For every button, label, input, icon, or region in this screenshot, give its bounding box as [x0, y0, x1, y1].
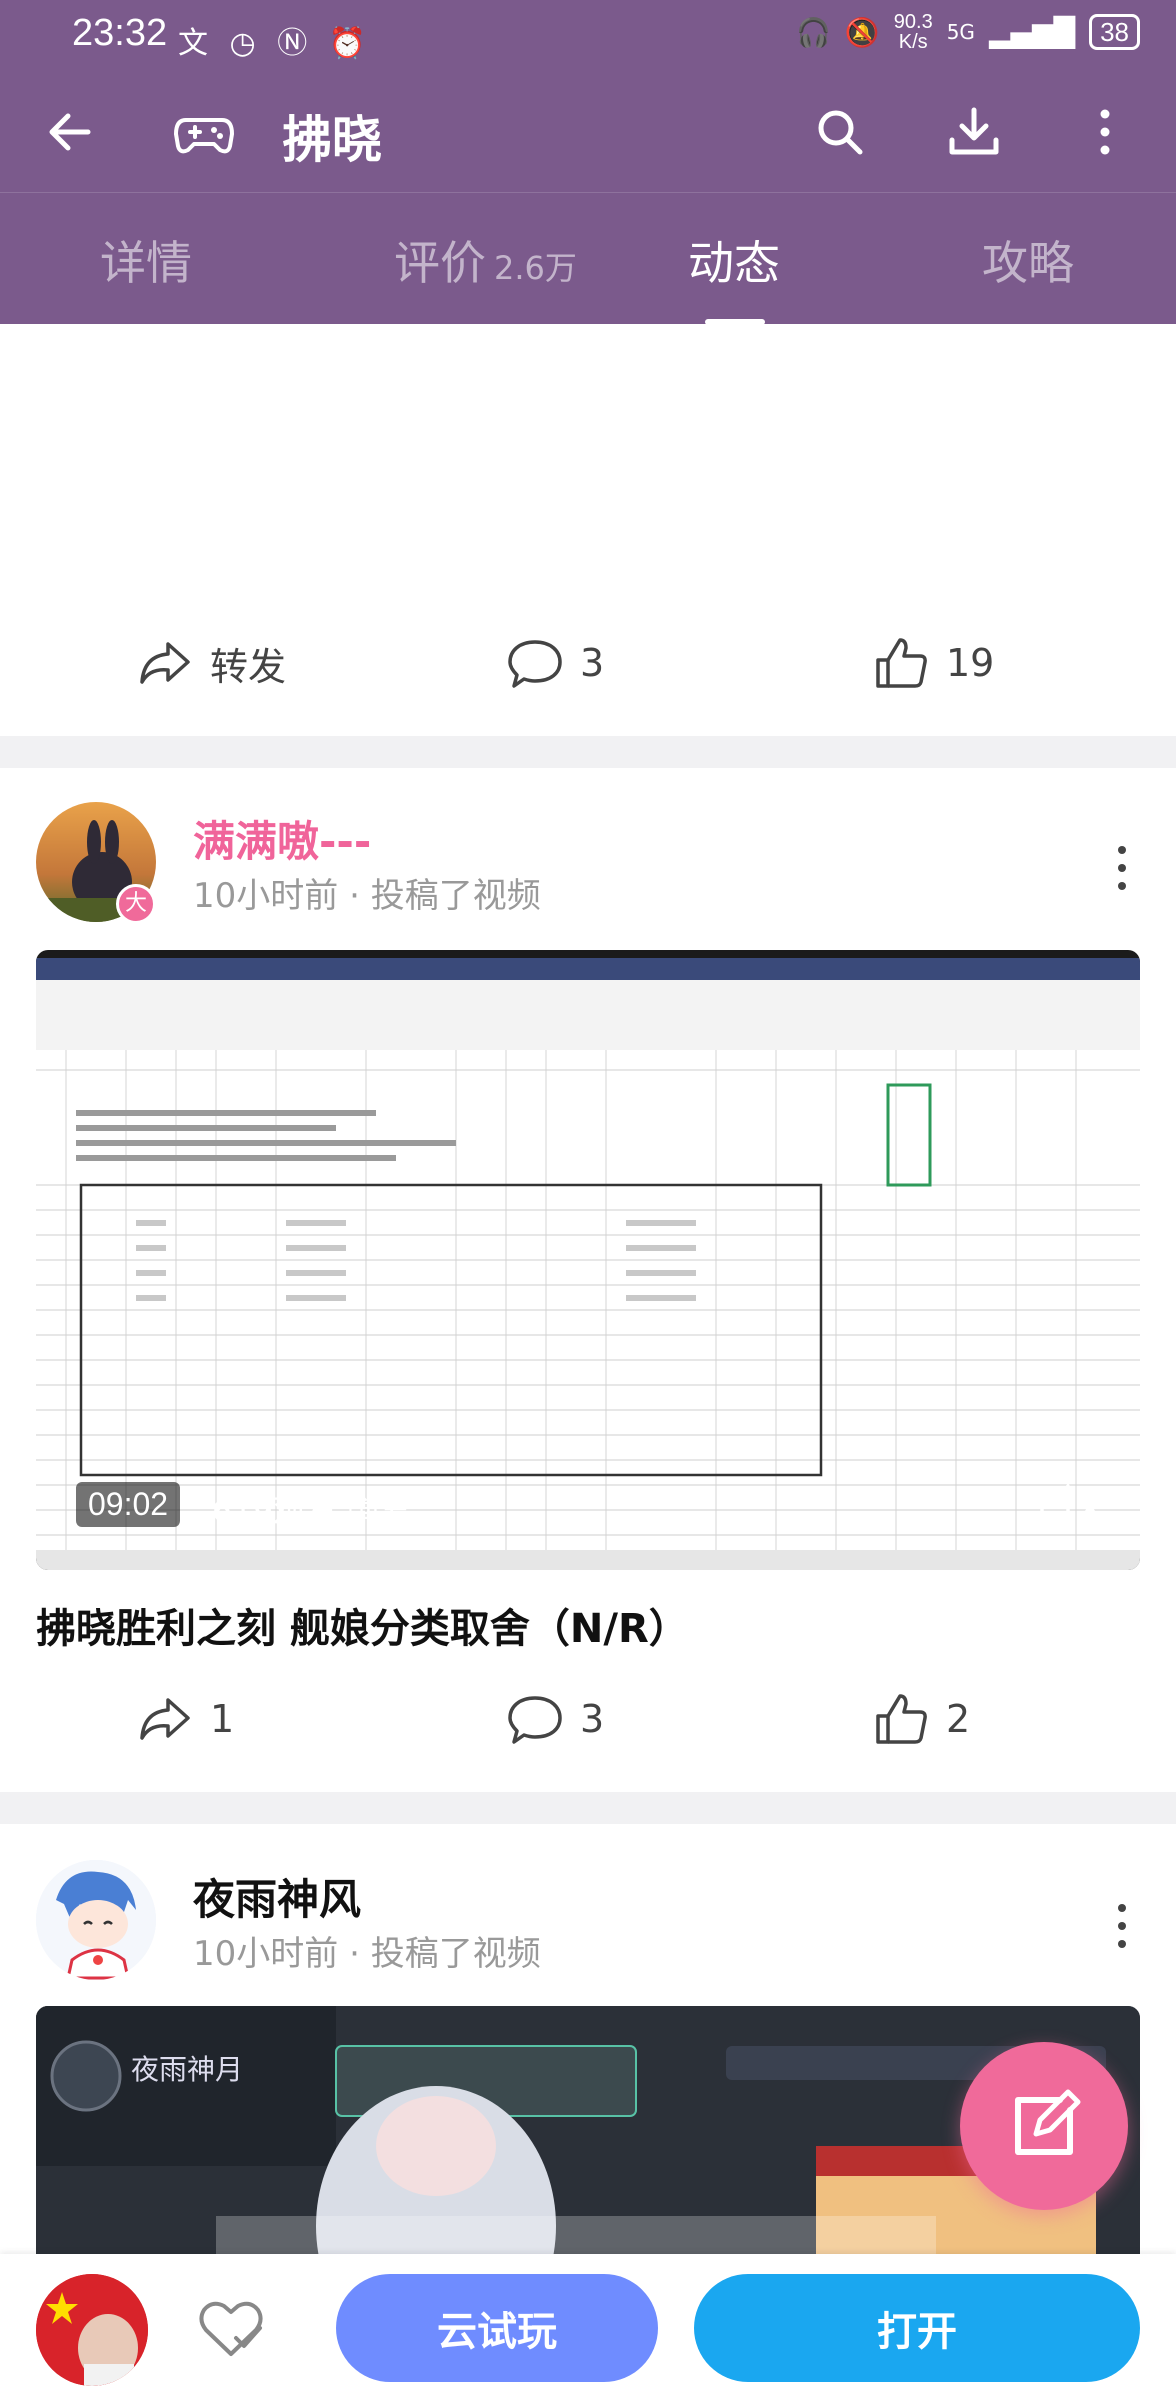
mute-icon[interactable] — [1036, 1478, 1106, 1538]
bottom-action-bar: 云试玩 打开 — [0, 2254, 1176, 2400]
comment-button[interactable]: 3 — [506, 634, 604, 692]
post-more-icon[interactable] — [1112, 838, 1132, 898]
share-button[interactable]: 1 — [136, 1690, 234, 1748]
favorite-heart-icon[interactable] — [196, 2296, 266, 2362]
mute-notification-icon: 🔕 — [844, 15, 880, 49]
active-tab-indicator — [705, 319, 765, 325]
thumbs-up-icon — [876, 638, 927, 688]
status-bar: 23:32 文 ◷ Ⓝ ⏰ 🎧 🔕 90.3 K/s 5G ▂▄▆█ 38 — [0, 0, 1176, 72]
page-title: 拂晓 — [282, 111, 382, 169]
post-meta: 10小时前 · 投稿了视频 — [193, 876, 541, 916]
share-button[interactable]: 转发 — [136, 634, 286, 692]
avatar[interactable] — [36, 1860, 156, 1980]
cloud-trial-button[interactable]: 云试玩 — [336, 2274, 658, 2382]
author-name[interactable]: 夜雨神风 — [193, 1866, 361, 1927]
open-game-button[interactable]: 打开 — [694, 2274, 1140, 2382]
video-thumbnail[interactable] — [36, 950, 1140, 1570]
comment-icon — [508, 640, 562, 688]
app-bar: 拂晓 — [0, 72, 1176, 192]
feed-divider — [0, 736, 1176, 768]
level-badge: 大 — [116, 884, 156, 924]
post-meta: 10小时前 · 投稿了视频 — [193, 1934, 541, 1974]
feed-divider — [0, 1792, 1176, 1824]
game-avatar[interactable] — [36, 2274, 148, 2386]
signal-icon: ▂▄▆█ — [988, 15, 1076, 49]
search-icon[interactable] — [812, 104, 868, 160]
battery-indicator: 38 — [1089, 14, 1140, 50]
comment-icon — [508, 1696, 562, 1744]
post-actions: 1 3 2 — [0, 1670, 1176, 1770]
download-icon[interactable] — [944, 102, 1004, 162]
video-stats: 619观看 弹幕 — [212, 1492, 412, 1530]
video-duration: 09:02 — [76, 1482, 181, 1527]
gamepad-icon — [174, 118, 234, 154]
notification-icons: 文 ◷ Ⓝ ⏰ — [178, 26, 373, 61]
tab-reviews[interactable]: 评价 2.6万 — [394, 227, 577, 293]
tab-feed[interactable]: 动态 — [688, 227, 780, 293]
app-header: 23:32 文 ◷ Ⓝ ⏰ 🎧 🔕 90.3 K/s 5G ▂▄▆█ 38 拂晓 — [0, 0, 1176, 325]
author-name[interactable]: 满满嗷--- — [193, 808, 371, 869]
share-icon — [140, 642, 190, 684]
post-more-icon[interactable] — [1112, 1896, 1132, 1956]
thumbnail-label: 夜雨神月 — [131, 2053, 244, 2086]
post-header: 大 满满嗷--- 10小时前 · 投稿了视频 — [0, 802, 1176, 942]
more-vert-icon[interactable] — [1090, 102, 1120, 162]
video-title[interactable]: 拂晓胜利之刻 舰娘分类取舍（N/R） — [36, 1596, 689, 1654]
like-button[interactable]: 19 — [872, 634, 994, 692]
back-arrow-icon[interactable] — [40, 100, 104, 164]
like-button[interactable]: 2 — [872, 1690, 970, 1748]
compose-button[interactable] — [960, 2042, 1128, 2210]
network-type: 5G — [946, 20, 975, 44]
status-time: 23:32 — [72, 12, 168, 54]
net-speed: 90.3 K/s — [893, 11, 933, 53]
tab-bar: 详情 评价 2.6万 动态 攻略 — [0, 192, 1176, 325]
status-right: 🎧 🔕 90.3 K/s 5G ▂▄▆█ 38 — [796, 12, 1140, 52]
thumbs-up-icon — [876, 1694, 927, 1744]
comment-button[interactable]: 3 — [506, 1690, 604, 1748]
video-overlay: 09:02 619观看 弹幕 — [36, 1478, 1140, 1548]
headset-icon: 🎧 — [796, 15, 831, 49]
tab-guides[interactable]: 攻略 — [982, 227, 1074, 293]
spreadsheet-thumbnail — [36, 958, 1140, 1570]
edit-icon — [1015, 2089, 1081, 2155]
tab-details[interactable]: 详情 — [100, 227, 192, 293]
post-header: 夜雨神风 10小时前 · 投稿了视频 — [0, 1860, 1176, 2000]
post-actions: 转发 3 19 — [0, 614, 1176, 714]
share-icon — [140, 1698, 190, 1740]
